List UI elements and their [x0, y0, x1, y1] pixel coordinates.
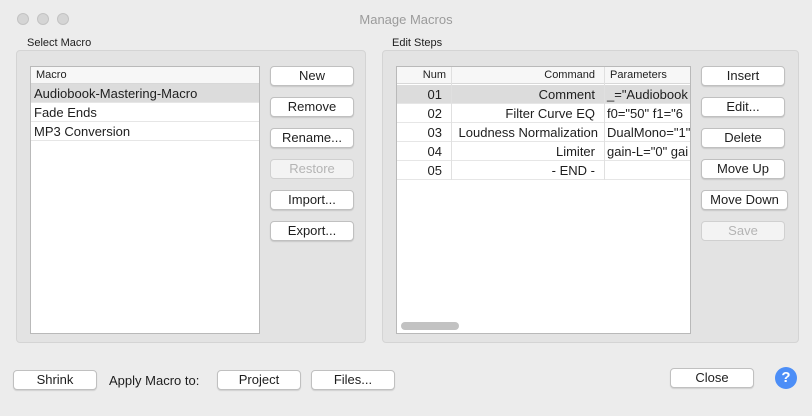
macro-list-item[interactable]: Fade Ends — [31, 103, 259, 122]
step-num: 02 — [427, 106, 442, 121]
step-parameters: gain-L="0" gai — [607, 144, 689, 159]
table-row[interactable]: 03 Loudness Normalization DualMono="1" — [397, 123, 690, 142]
remove-button[interactable]: Remove — [270, 97, 354, 117]
step-parameters: _="Audiobook — [607, 87, 688, 102]
steps-table[interactable]: Num Command Parameters 01 Comment _="Aud… — [396, 66, 691, 334]
step-parameters: DualMono="1" — [607, 125, 690, 140]
step-command: Comment — [538, 87, 595, 102]
step-parameters — [605, 161, 690, 179]
apply-project-button[interactable]: Project — [217, 370, 301, 390]
title-bar: Manage Macros — [0, 0, 812, 40]
command-column-header[interactable]: Command — [452, 67, 598, 83]
delete-button[interactable]: Delete — [701, 128, 785, 148]
macro-column-header[interactable]: Macro — [31, 67, 259, 84]
save-button[interactable]: Save — [701, 221, 785, 241]
edit-steps-label: Edit Steps — [392, 37, 443, 49]
step-command: Limiter — [555, 144, 595, 159]
step-num: 04 — [427, 144, 442, 159]
apply-files-button[interactable]: Files... — [311, 370, 395, 390]
import-button[interactable]: Import... — [270, 190, 354, 210]
new-button[interactable]: New — [270, 66, 354, 86]
shrink-button[interactable]: Shrink — [13, 370, 97, 390]
column-divider — [451, 67, 452, 180]
manage-macros-window: Manage Macros Select Macro Macro Audiobo… — [0, 0, 812, 416]
table-row[interactable]: 04 Limiter gain-L="0" gai — [397, 142, 690, 161]
restore-button[interactable]: Restore — [270, 159, 354, 179]
move-up-button[interactable]: Move Up — [701, 159, 785, 179]
rename-button[interactable]: Rename... — [270, 128, 354, 148]
step-command: - END - — [551, 163, 595, 178]
move-down-button[interactable]: Move Down — [701, 190, 788, 210]
parameters-column-header[interactable]: Parameters — [607, 67, 690, 83]
table-row[interactable]: 02 Filter Curve EQ f0="50" f1="6 — [397, 104, 690, 123]
step-num: 05 — [427, 163, 442, 178]
steps-table-header: Num Command Parameters — [397, 67, 690, 84]
step-parameters: f0="50" f1="6 — [607, 106, 684, 121]
macro-list-item[interactable]: Audiobook-Mastering-Macro — [31, 84, 259, 103]
macro-list-item[interactable]: MP3 Conversion — [31, 122, 259, 141]
window-title: Manage Macros — [359, 12, 453, 27]
help-icon[interactable]: ? — [775, 367, 797, 389]
apply-macro-label: Apply Macro to: — [109, 373, 200, 388]
macro-list[interactable]: Macro Audiobook-Mastering-Macro Fade End… — [30, 66, 260, 334]
num-column-header[interactable]: Num — [397, 67, 449, 83]
column-divider — [604, 67, 605, 180]
close-button[interactable]: Close — [670, 368, 754, 388]
edit-button[interactable]: Edit... — [701, 97, 785, 117]
export-button[interactable]: Export... — [270, 221, 354, 241]
table-row[interactable]: 05 - END - — [397, 161, 690, 180]
step-num: 03 — [427, 125, 442, 140]
step-num: 01 — [427, 87, 442, 102]
step-command: Loudness Normalization — [458, 125, 598, 140]
horizontal-scrollbar[interactable] — [401, 322, 459, 330]
insert-button[interactable]: Insert — [701, 66, 785, 86]
table-row[interactable]: 01 Comment _="Audiobook — [397, 85, 690, 104]
select-macro-label: Select Macro — [27, 37, 92, 49]
step-command: Filter Curve EQ — [505, 106, 595, 121]
